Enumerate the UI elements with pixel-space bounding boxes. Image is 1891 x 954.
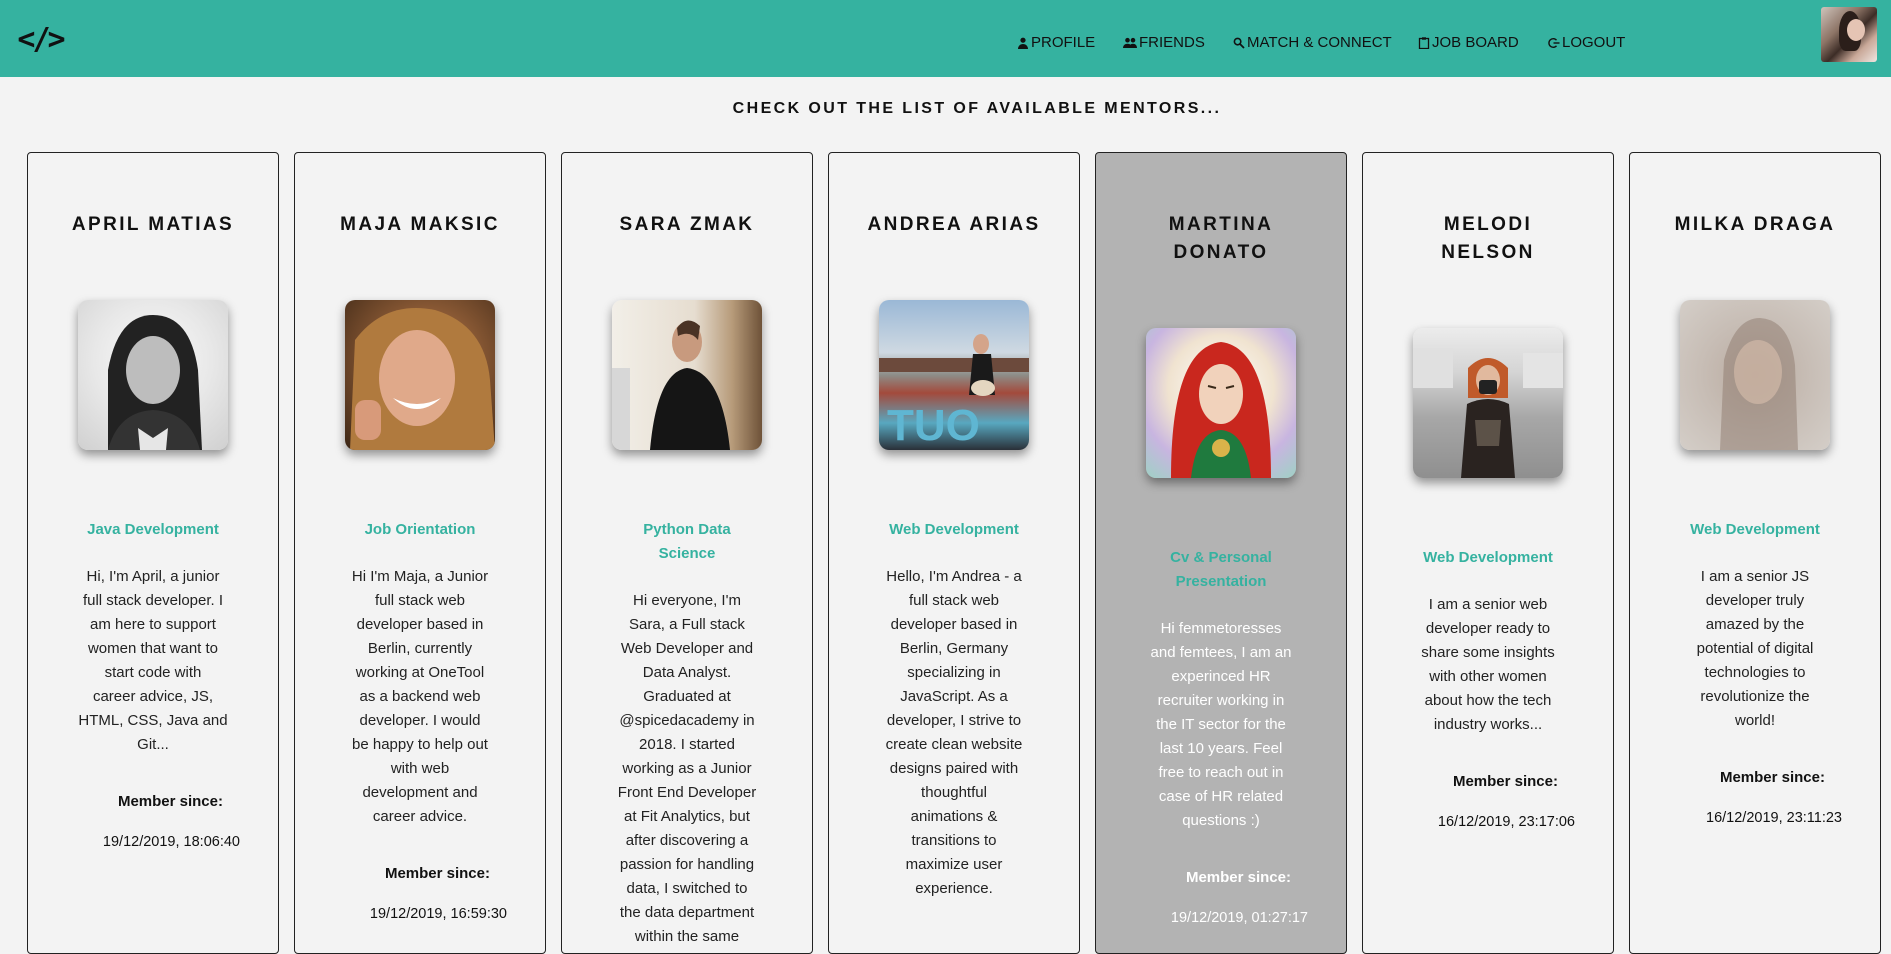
mentor-skill: Cv & Personal Presentation: [1170, 549, 1272, 590]
page-heading: CHECK OUT THE LIST OF AVAILABLE MENTORS.…: [732, 100, 1222, 117]
mentor-skill: Java Development: [87, 521, 219, 538]
mentor-photo: [612, 300, 762, 450]
mentor-name: MARTINA DONATO: [1168, 214, 1274, 263]
mentor-card[interactable]: APRIL MATIAS Java Development Hi, I'm Ap…: [27, 152, 279, 954]
mentor-bio: Hi femmetoresses and femtees, I am an expe…: [1150, 620, 1292, 829]
mentor-skill: Job Orientation: [364, 521, 476, 538]
member-since-label: Member since:: [1185, 869, 1291, 886]
logout-icon: [1548, 37, 1560, 48]
mentor-bio: I am a senior web developer ready to share…: [1421, 596, 1555, 733]
mentor-bio: Hi, I'm April, a junior full stack develo…: [78, 568, 228, 753]
svg-text:TUO: TUO: [887, 401, 980, 450]
nav-profile-label: PROFILE: [1031, 34, 1096, 51]
clipboard-icon: [1418, 36, 1430, 49]
member-since-label: Member since:: [384, 865, 490, 882]
mentor-skill: Web Development: [889, 521, 1019, 538]
mentor-bio: Hello, I'm Andrea - a full stack web devel…: [885, 568, 1023, 897]
member-since-label: Member since:: [117, 793, 223, 810]
search-icon: [1233, 37, 1245, 49]
mentor-photo: [1413, 328, 1563, 478]
top-navigation-bar: </> PROFILE FRIENDS MATCH & CONNECT JOB …: [0, 0, 1891, 77]
member-since-label: Member since:: [1452, 773, 1558, 790]
mentor-name: MILKA DRAGA: [1674, 214, 1836, 235]
nav-friends-link[interactable]: FRIENDS: [1123, 34, 1205, 51]
mentor-name: MELODI NELSON: [1441, 214, 1535, 263]
mentor-card[interactable]: MELODI NELSON Web Development I am a seni…: [1362, 152, 1614, 954]
nav-match-connect-link[interactable]: MATCH & CONNECT: [1233, 34, 1392, 51]
mentor-card-selected[interactable]: MARTINA DONATO Cv & Personal Presentation …: [1095, 152, 1347, 954]
people-icon: [1123, 37, 1137, 48]
mentor-name: MAJA MAKSIC: [340, 214, 500, 235]
mentor-card[interactable]: SARA ZMAK Python Data Science Hi everyone…: [561, 152, 813, 954]
mentor-bio: I am a senior JS developer truly amazed by…: [1696, 568, 1814, 729]
person-icon: [1018, 37, 1028, 49]
mentor-photo: [1680, 300, 1830, 450]
mentor-name: ANDREA ARIAS: [867, 214, 1041, 235]
mentor-name: APRIL MATIAS: [71, 214, 235, 235]
mentor-photo: TUO: [879, 300, 1029, 450]
member-since-date: 19/12/2019, 18:06:40: [102, 834, 240, 850]
nav-friends-label: FRIENDS: [1139, 34, 1205, 51]
mentor-card[interactable]: MILKA DRAGA Web Development I am a senio…: [1629, 152, 1881, 954]
mentor-photo: [1146, 328, 1296, 478]
mentor-name: SARA ZMAK: [619, 214, 755, 235]
member-since-date: 19/12/2019, 16:59:30: [369, 906, 507, 922]
mentor-skill: Web Development: [1423, 549, 1553, 566]
member-since-date: 16/12/2019, 23:17:06: [1437, 814, 1575, 830]
mentor-bio: Hi I'm Maja, a Junior full stack web devel…: [351, 568, 489, 825]
nav-job-board-label: JOB BOARD: [1432, 34, 1519, 51]
member-since-date: 16/12/2019, 23:11:23: [1706, 810, 1842, 826]
code-logo-icon[interactable]: </>: [17, 20, 65, 58]
user-avatar[interactable]: [1821, 7, 1877, 62]
mentor-photo: [345, 300, 495, 450]
nav-logout-link[interactable]: LOGOUT: [1548, 34, 1625, 51]
nav-profile-link[interactable]: PROFILE: [1017, 34, 1095, 51]
mentor-card[interactable]: ANDREA ARIAS TUO Web Development Hello, …: [828, 152, 1080, 954]
nav-job-board-link[interactable]: JOB BOARD: [1418, 34, 1519, 51]
nav-match-connect-label: MATCH & CONNECT: [1247, 34, 1392, 51]
mentor-photo: [78, 300, 228, 450]
nav-logout-label: LOGOUT: [1562, 34, 1626, 51]
member-since-label: Member since:: [1719, 769, 1825, 786]
mentor-bio: Hi everyone, I'm Sara, a Full stack Web De…: [617, 592, 757, 945]
mentor-card[interactable]: MAJA MAKSIC Job Orientation Hi I'm Maja,…: [294, 152, 546, 954]
mentor-skill: Web Development: [1690, 521, 1820, 538]
mentor-skill: Python Data Science: [643, 521, 731, 562]
member-since-date: 19/12/2019, 01:27:17: [1170, 910, 1308, 926]
